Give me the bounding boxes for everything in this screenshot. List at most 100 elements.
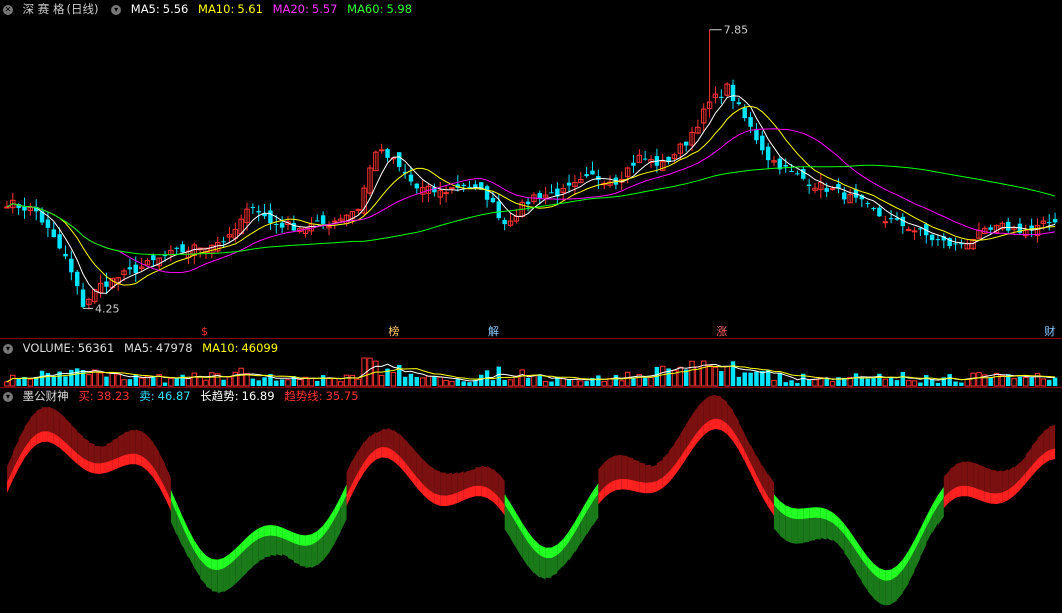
volume-bar xyxy=(402,376,408,386)
stock-chart[interactable]: 7.85 4.25 $ 榜 解 涨 财 xyxy=(0,0,1062,613)
event-marker: 财 xyxy=(1044,324,1055,338)
indicator-band-bright xyxy=(293,532,300,546)
volume-bar xyxy=(859,377,865,386)
volume-bar xyxy=(226,376,233,387)
volume-bar xyxy=(935,382,941,386)
volume-bar xyxy=(279,379,285,386)
candle-body-down xyxy=(74,271,80,287)
indicator-band-dark xyxy=(621,455,628,480)
indicator-band-dark xyxy=(59,412,66,443)
indicator-band-dark xyxy=(446,472,452,496)
candle-body-down xyxy=(274,224,279,226)
volume-bar xyxy=(642,377,648,386)
volume-bar xyxy=(174,378,179,386)
indicator-band-bright xyxy=(47,431,54,444)
volume-bar xyxy=(180,374,185,386)
indicator-band-dark xyxy=(656,459,663,481)
volume-bar xyxy=(109,372,116,387)
candle-body-down xyxy=(865,203,870,205)
volume-bar xyxy=(209,372,215,387)
volume-bar xyxy=(795,382,800,386)
volume-bar xyxy=(27,378,34,387)
candle-body-down xyxy=(320,215,326,224)
candle-body-down xyxy=(730,84,736,102)
volume-bar xyxy=(343,374,350,387)
indicator-band-dark xyxy=(487,465,493,492)
indicator-band-bright xyxy=(381,446,388,458)
volume-bar xyxy=(677,366,684,387)
indicator-band-dark xyxy=(375,430,382,450)
volume-bar xyxy=(566,379,572,386)
indicator-band-dark xyxy=(709,394,716,421)
indicator-band-bright xyxy=(621,478,628,490)
candle-body-down xyxy=(888,218,894,220)
indicator-band-dark xyxy=(469,469,476,488)
volume-bar xyxy=(390,371,397,387)
indicator-band-dark xyxy=(551,555,558,577)
indicator-band-dark xyxy=(984,467,991,493)
indicator-band-bright xyxy=(996,492,1003,505)
volume-bar xyxy=(865,378,870,386)
candle-body-down xyxy=(683,141,689,146)
volume-bar xyxy=(542,381,549,387)
candle-body-down xyxy=(754,129,759,141)
candle-body-up xyxy=(443,192,449,195)
indicator-band-bright xyxy=(814,507,821,519)
indicator-band-dark xyxy=(311,541,318,569)
candle-body-down xyxy=(806,184,812,186)
indicator-band-bright xyxy=(709,418,716,431)
indicator-band-dark xyxy=(826,519,833,542)
volume-bar xyxy=(63,376,68,386)
indicator-band-dark xyxy=(967,461,974,488)
volume-bar xyxy=(69,369,74,386)
indicator-band-dark xyxy=(270,535,277,556)
indicator-band-dark xyxy=(258,536,265,562)
indicator-band-bright xyxy=(961,485,968,497)
volume-bar xyxy=(853,373,859,386)
indicator-band-dark xyxy=(264,535,271,558)
volume-bar xyxy=(953,381,958,386)
volume-bar xyxy=(871,377,876,386)
indicator-band-dark xyxy=(77,431,84,458)
volume-bar xyxy=(443,379,449,387)
indicator-band-dark xyxy=(293,543,300,565)
volume-bar xyxy=(162,382,168,386)
candle-body-down xyxy=(51,229,56,238)
volume-bar xyxy=(449,381,455,387)
candle-body-down xyxy=(590,170,595,175)
volume-bar xyxy=(1052,377,1058,386)
candle-body-down xyxy=(180,244,185,253)
volume-bar xyxy=(151,376,156,386)
candle-body-down xyxy=(80,289,86,307)
candle-body-down xyxy=(783,164,788,167)
volume-bar xyxy=(1040,378,1047,387)
volume-bar xyxy=(308,377,315,387)
volume-bar xyxy=(976,372,982,387)
indicator-band-dark xyxy=(539,555,546,580)
indicator-band-bright xyxy=(715,418,722,431)
indicator-band-dark xyxy=(100,445,107,464)
volume-bar xyxy=(719,371,724,386)
indicator-band-dark xyxy=(53,408,60,438)
indicator-band-dark xyxy=(1043,427,1050,454)
candle-body-down xyxy=(795,173,800,175)
indicator-band-dark xyxy=(463,470,470,490)
candle-body-down xyxy=(871,207,876,210)
volume-bar xyxy=(361,357,367,387)
volume-bar xyxy=(964,378,970,387)
indicator-band-bright xyxy=(978,489,985,502)
volume-bar xyxy=(660,365,666,387)
candle-body-up xyxy=(332,220,338,223)
indicator-band-dark xyxy=(428,464,435,494)
candle-body-down xyxy=(748,117,753,127)
indicator-band-dark xyxy=(633,459,640,482)
volume-bar xyxy=(425,375,432,387)
indicator-band-dark xyxy=(217,568,224,594)
volume-bar xyxy=(355,378,361,387)
indicator-band-dark xyxy=(124,431,130,456)
low-mark-label: 4.25 xyxy=(95,302,120,315)
indicator-band-dark xyxy=(94,445,101,464)
indicator-band-bright xyxy=(299,534,306,546)
indicator-band-dark xyxy=(779,511,786,541)
volume-bar xyxy=(115,374,121,387)
